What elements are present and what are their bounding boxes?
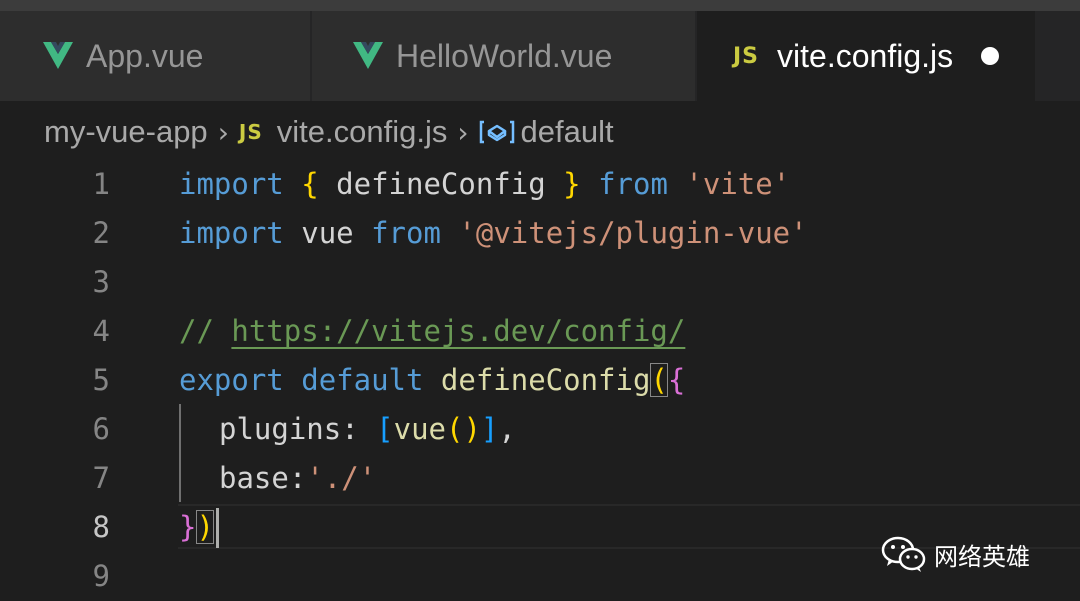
vue-icon xyxy=(43,42,73,69)
indent-guide xyxy=(179,404,181,502)
code-line: 2 import vue from '@vitejs/plugin-vue' xyxy=(0,209,1080,258)
line-number: 8 xyxy=(92,510,110,544)
code-line: 7 base:'./' xyxy=(0,454,1080,503)
symbol-variable-icon xyxy=(479,120,514,144)
tab-bar-empty-area xyxy=(1035,11,1080,101)
line-number: 1 xyxy=(92,167,110,201)
breadcrumb-symbol[interactable]: default xyxy=(521,114,614,150)
tab-bar: App.vue HelloWorld.vue JS vite.config.js xyxy=(0,11,1080,101)
vue-icon xyxy=(353,42,383,69)
code-text: import { defineConfig } from 'vite' xyxy=(179,167,791,201)
title-bar xyxy=(0,0,1080,11)
wechat-icon xyxy=(881,536,926,572)
code-text: import vue from '@vitejs/plugin-vue' xyxy=(179,216,808,250)
tab-app-vue[interactable]: App.vue xyxy=(0,11,310,101)
code-text: plugins: [vue()], xyxy=(219,412,516,446)
tab-helloworld-vue[interactable]: HelloWorld.vue xyxy=(312,11,695,101)
text-cursor xyxy=(216,508,219,548)
js-icon: JS xyxy=(238,120,263,144)
code-text: export default defineConfig({ xyxy=(179,363,686,397)
tab-label: HelloWorld.vue xyxy=(396,37,613,74)
chevron-right-icon: › xyxy=(457,115,469,149)
code-line: 1 import { defineConfig } from 'vite' xyxy=(0,160,1080,209)
line-number: 9 xyxy=(92,559,110,593)
tab-vite-config-js[interactable]: JS vite.config.js xyxy=(697,11,1035,101)
code-line: 5 export default defineConfig({ xyxy=(0,356,1080,405)
code-comment: // https://vitejs.dev/config/ xyxy=(179,314,686,348)
tab-label: vite.config.js xyxy=(777,37,954,74)
code-line: 4 // https://vitejs.dev/config/ xyxy=(0,307,1080,356)
chevron-right-icon: › xyxy=(217,115,229,149)
matched-bracket: ( xyxy=(650,363,668,397)
code-line: 3 xyxy=(0,258,1080,307)
line-number: 6 xyxy=(92,412,110,446)
line-number: 5 xyxy=(92,363,110,397)
watermark: 网络英雄 xyxy=(880,534,1030,574)
code-line: 6 plugins: [vue()], xyxy=(0,405,1080,454)
line-number: 4 xyxy=(92,314,110,348)
breadcrumb-folder[interactable]: my-vue-app xyxy=(44,114,208,150)
breadcrumb-file[interactable]: vite.config.js xyxy=(277,114,448,150)
line-number: 3 xyxy=(92,265,110,299)
line-number: 2 xyxy=(92,216,110,250)
code-text: base:'./' xyxy=(219,461,377,495)
breadcrumb: my-vue-app › JS vite.config.js › default xyxy=(0,101,1080,163)
watermark-text: 网络英雄 xyxy=(934,542,1030,571)
line-number: 7 xyxy=(92,461,110,495)
unsaved-dot-icon[interactable] xyxy=(981,47,1000,65)
comment-link[interactable]: https://vitejs.dev/config/ xyxy=(231,314,685,348)
js-icon: JS xyxy=(733,43,760,69)
tab-label: App.vue xyxy=(86,37,204,74)
